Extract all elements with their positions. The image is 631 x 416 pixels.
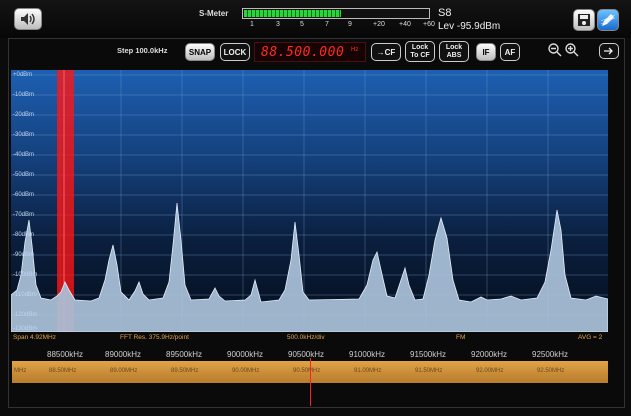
zoom-out-icon[interactable] bbox=[547, 42, 563, 58]
mode-status: FM bbox=[456, 334, 466, 341]
freq-label-2: 89500kHz bbox=[166, 350, 203, 359]
record-button[interactable] bbox=[573, 9, 595, 31]
band-label-8: 92.00MHz bbox=[476, 368, 504, 374]
smeter-bar bbox=[242, 8, 430, 19]
y-label-6: -60dBm bbox=[13, 192, 35, 198]
band-label-4: 90.00MHz bbox=[232, 368, 260, 374]
freq-label-1: 89000kHz bbox=[105, 350, 142, 359]
smeter-scale-label: +40 bbox=[399, 21, 411, 28]
y-label-2: -20dBm bbox=[13, 112, 35, 118]
freq-label-0: 88500kHz bbox=[47, 350, 84, 359]
band-label-9: 92.50MHz bbox=[537, 368, 565, 374]
lock-button[interactable]: LOCK bbox=[220, 43, 250, 61]
frequency-value: 88.500.000 bbox=[261, 45, 345, 60]
span-status: Span 4.92MHz bbox=[13, 334, 56, 341]
freq-label-4: 90500kHz bbox=[288, 350, 325, 359]
avg-status: AVG = 2 bbox=[578, 334, 603, 341]
smeter-scale-label: 9 bbox=[348, 21, 352, 28]
tuning-line bbox=[310, 358, 311, 406]
band-label-0: MHz bbox=[14, 368, 27, 374]
freq-label-8: 92500kHz bbox=[532, 350, 569, 359]
freq-label-7: 92000kHz bbox=[471, 350, 508, 359]
save-icon bbox=[578, 14, 590, 26]
y-label-13: -130dBm bbox=[13, 326, 38, 332]
lock-to-cf-line1: Lock bbox=[411, 43, 429, 51]
y-label-11: -110dBm bbox=[13, 292, 37, 298]
y-label-12: -120dBm bbox=[13, 312, 38, 318]
smeter-scale-label: 7 bbox=[325, 21, 329, 28]
spectrum-display[interactable] bbox=[11, 70, 608, 332]
top-bar bbox=[0, 0, 631, 38]
lock-abs-line1: Lock bbox=[445, 43, 463, 51]
smeter-fill bbox=[244, 10, 341, 17]
y-label-0: +0dBm bbox=[13, 72, 33, 78]
af-button[interactable]: AF bbox=[500, 43, 520, 61]
spectrum-trace bbox=[11, 202, 608, 332]
step-label: Step 100.0kHz bbox=[117, 46, 168, 55]
freq-label-3: 90000kHz bbox=[227, 350, 264, 359]
snap-button[interactable]: SNAP bbox=[185, 43, 215, 61]
smeter-title: S-Meter bbox=[199, 9, 229, 18]
settings-button[interactable] bbox=[597, 9, 619, 31]
y-label-7: -70dBm bbox=[13, 212, 35, 218]
band-label-5: 90.50MHz bbox=[293, 368, 321, 374]
y-label-5: -50dBm bbox=[13, 172, 35, 178]
fft-status: FFT Res. 375.9Hz/point bbox=[120, 334, 189, 341]
smeter-scale-label: +20 bbox=[373, 21, 385, 28]
arrow-right-icon bbox=[604, 47, 613, 55]
speaker-button[interactable] bbox=[14, 8, 42, 30]
freq-label-6: 91500kHz bbox=[410, 350, 447, 359]
lock-to-cf-button[interactable]: Lock To CF bbox=[405, 41, 435, 62]
s-reading: S8 bbox=[438, 7, 452, 19]
smeter-scale-label: 1 bbox=[250, 21, 254, 28]
band-label-2: 89.00MHz bbox=[110, 368, 138, 374]
band-label-3: 89.50MHz bbox=[171, 368, 199, 374]
y-label-9: -90dBm bbox=[13, 252, 35, 258]
y-label-4: -40dBm bbox=[13, 152, 35, 158]
level-reading: Lev -95.9dBm bbox=[438, 21, 501, 32]
edit-icon bbox=[600, 14, 616, 26]
speaker-icon bbox=[21, 13, 35, 25]
div-status: 500.0kHz/div bbox=[287, 334, 325, 341]
if-button[interactable]: IF bbox=[476, 43, 496, 61]
lock-abs-button[interactable]: Lock ABS bbox=[439, 41, 469, 62]
frequency-display[interactable]: 88.500.000 Hz bbox=[254, 42, 366, 62]
band-label-1: 88.50MHz bbox=[49, 368, 77, 374]
band-label-7: 91.50MHz bbox=[415, 368, 443, 374]
smeter-scale-label: +60 bbox=[423, 21, 435, 28]
y-label-3: -30dBm bbox=[13, 132, 35, 138]
band-label-6: 91.00MHz bbox=[354, 368, 382, 374]
y-label-1: -10dBm bbox=[13, 92, 35, 98]
smeter-scale-label: 5 bbox=[300, 21, 304, 28]
to-cf-button[interactable]: →CF bbox=[371, 43, 401, 61]
freq-label-5: 91000kHz bbox=[349, 350, 386, 359]
y-label-10: -100dBm bbox=[13, 272, 38, 278]
smeter-scale: 1 3 5 7 9 +20 +40 +60 bbox=[242, 21, 435, 31]
lock-to-cf-line2: To CF bbox=[410, 51, 430, 59]
frequency-unit: Hz bbox=[351, 47, 359, 53]
expand-button[interactable] bbox=[599, 43, 619, 59]
spectrum-graph bbox=[11, 70, 608, 332]
lock-abs-line2: ABS bbox=[446, 51, 462, 59]
zoom-in-icon[interactable] bbox=[564, 42, 580, 58]
y-label-8: -80dBm bbox=[13, 232, 35, 238]
smeter-scale-label: 3 bbox=[276, 21, 280, 28]
